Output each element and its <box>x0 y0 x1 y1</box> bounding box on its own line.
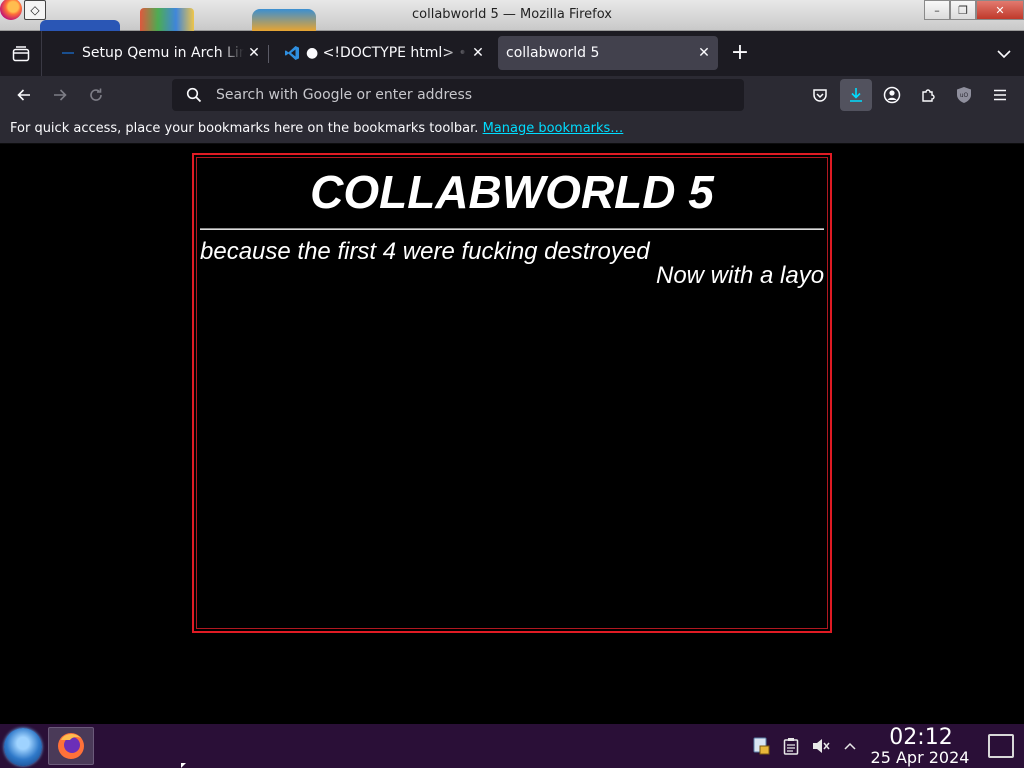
account-button[interactable] <box>878 81 906 109</box>
content-frame-inner: COLLABWORLD 5 because the first 4 were f… <box>196 157 828 629</box>
close-window-button[interactable]: ✕ <box>976 0 1024 20</box>
bookmarks-hint: For quick access, place your bookmarks h… <box>10 121 479 136</box>
forward-button[interactable] <box>46 81 74 109</box>
window-controls: – ❐ ✕ <box>924 0 1024 22</box>
tab-setup-qemu[interactable]: Setup Qemu in Arch Linux ✕ <box>52 36 264 70</box>
tab-doctype-html[interactable]: ● <!DOCTYPE html> • a ✕ <box>276 36 488 70</box>
page-title: COLLABWORLD 5 <box>310 166 714 218</box>
firefox-icon <box>58 733 84 759</box>
marquee-text: Now with a layo <box>656 262 825 289</box>
ublock-icon: uO <box>957 87 971 103</box>
tab-label: ● <!DOCTYPE html> • a <box>306 45 468 61</box>
minimize-button[interactable]: – <box>924 0 950 20</box>
pocket-icon <box>813 89 827 102</box>
page-content: COLLABWORLD 5 because the first 4 were f… <box>0 145 1024 724</box>
reload-button[interactable] <box>82 81 110 109</box>
page-icon <box>62 52 74 54</box>
bookmarks-toolbar: For quick access, place your bookmarks h… <box>0 114 1024 144</box>
tray-expand-button[interactable] <box>840 736 860 756</box>
tab-list-button[interactable] <box>0 31 42 76</box>
show-desktop-button[interactable] <box>988 734 1014 758</box>
manage-bookmarks-link[interactable]: Manage bookmarks… <box>483 121 624 136</box>
heading-divider <box>200 228 824 230</box>
window-titlebar[interactable]: ◇ collabworld 5 — Mozilla Firefox – ❐ ✕ <box>0 0 1024 33</box>
menu-icon <box>994 89 1006 101</box>
tab-list-icon <box>12 45 29 61</box>
taskbar: 02:12 25 Apr 2024 <box>0 724 1024 768</box>
new-tab-button[interactable]: + <box>726 40 754 68</box>
back-button[interactable] <box>10 81 38 109</box>
network-icon <box>753 737 770 755</box>
tab-collabworld[interactable]: collabworld 5 ✕ <box>498 36 718 70</box>
clipboard-icon <box>783 738 799 755</box>
close-tab-icon[interactable]: ✕ <box>244 45 264 61</box>
clock-time[interactable]: 02:12 <box>880 725 962 750</box>
back-icon <box>17 89 30 101</box>
tray-volume[interactable] <box>811 736 831 756</box>
tab-strip: Setup Qemu in Arch Linux ✕ ● <!DOCTYPE h… <box>0 31 1024 76</box>
extensions-icon <box>922 89 935 102</box>
taskbar-firefox[interactable] <box>48 727 94 765</box>
downloads-button[interactable] <box>840 79 872 111</box>
url-input[interactable] <box>216 79 736 111</box>
maximize-button[interactable]: ❐ <box>950 0 976 20</box>
close-tab-icon[interactable]: ✕ <box>468 45 488 61</box>
tab-label: Setup Qemu in Arch Linux <box>82 45 244 61</box>
tab-separator <box>268 45 269 63</box>
content-frame: COLLABWORLD 5 because the first 4 were f… <box>192 153 832 633</box>
tray-network[interactable] <box>751 736 771 756</box>
chevron-down-icon <box>997 50 1011 59</box>
forward-icon <box>54 89 67 101</box>
ublock-button[interactable]: uO <box>950 81 978 109</box>
volume-muted-icon <box>813 739 830 753</box>
navigation-toolbar: uO <box>0 76 1024 114</box>
account-icon <box>883 86 901 104</box>
reload-icon <box>90 88 102 101</box>
start-menu-button[interactable] <box>4 728 42 766</box>
search-icon <box>186 87 202 103</box>
tray-clipboard[interactable] <box>781 736 801 756</box>
window-title: collabworld 5 — Mozilla Firefox <box>412 7 612 22</box>
download-icon <box>850 88 862 102</box>
app-menu-button[interactable] <box>986 81 1014 109</box>
vscode-icon <box>285 46 299 60</box>
tab-label: collabworld 5 <box>506 45 600 61</box>
extensions-button[interactable] <box>914 81 942 109</box>
url-bar[interactable] <box>172 79 744 111</box>
list-all-tabs-button[interactable] <box>990 40 1018 68</box>
clock-date[interactable]: 25 Apr 2024 <box>866 748 974 767</box>
close-tab-icon[interactable]: ✕ <box>694 45 714 61</box>
tray-expand-icon <box>844 742 856 750</box>
mouse-cursor-icon <box>181 763 186 768</box>
pocket-button[interactable] <box>806 81 834 109</box>
svg-text:uO: uO <box>960 92 969 99</box>
